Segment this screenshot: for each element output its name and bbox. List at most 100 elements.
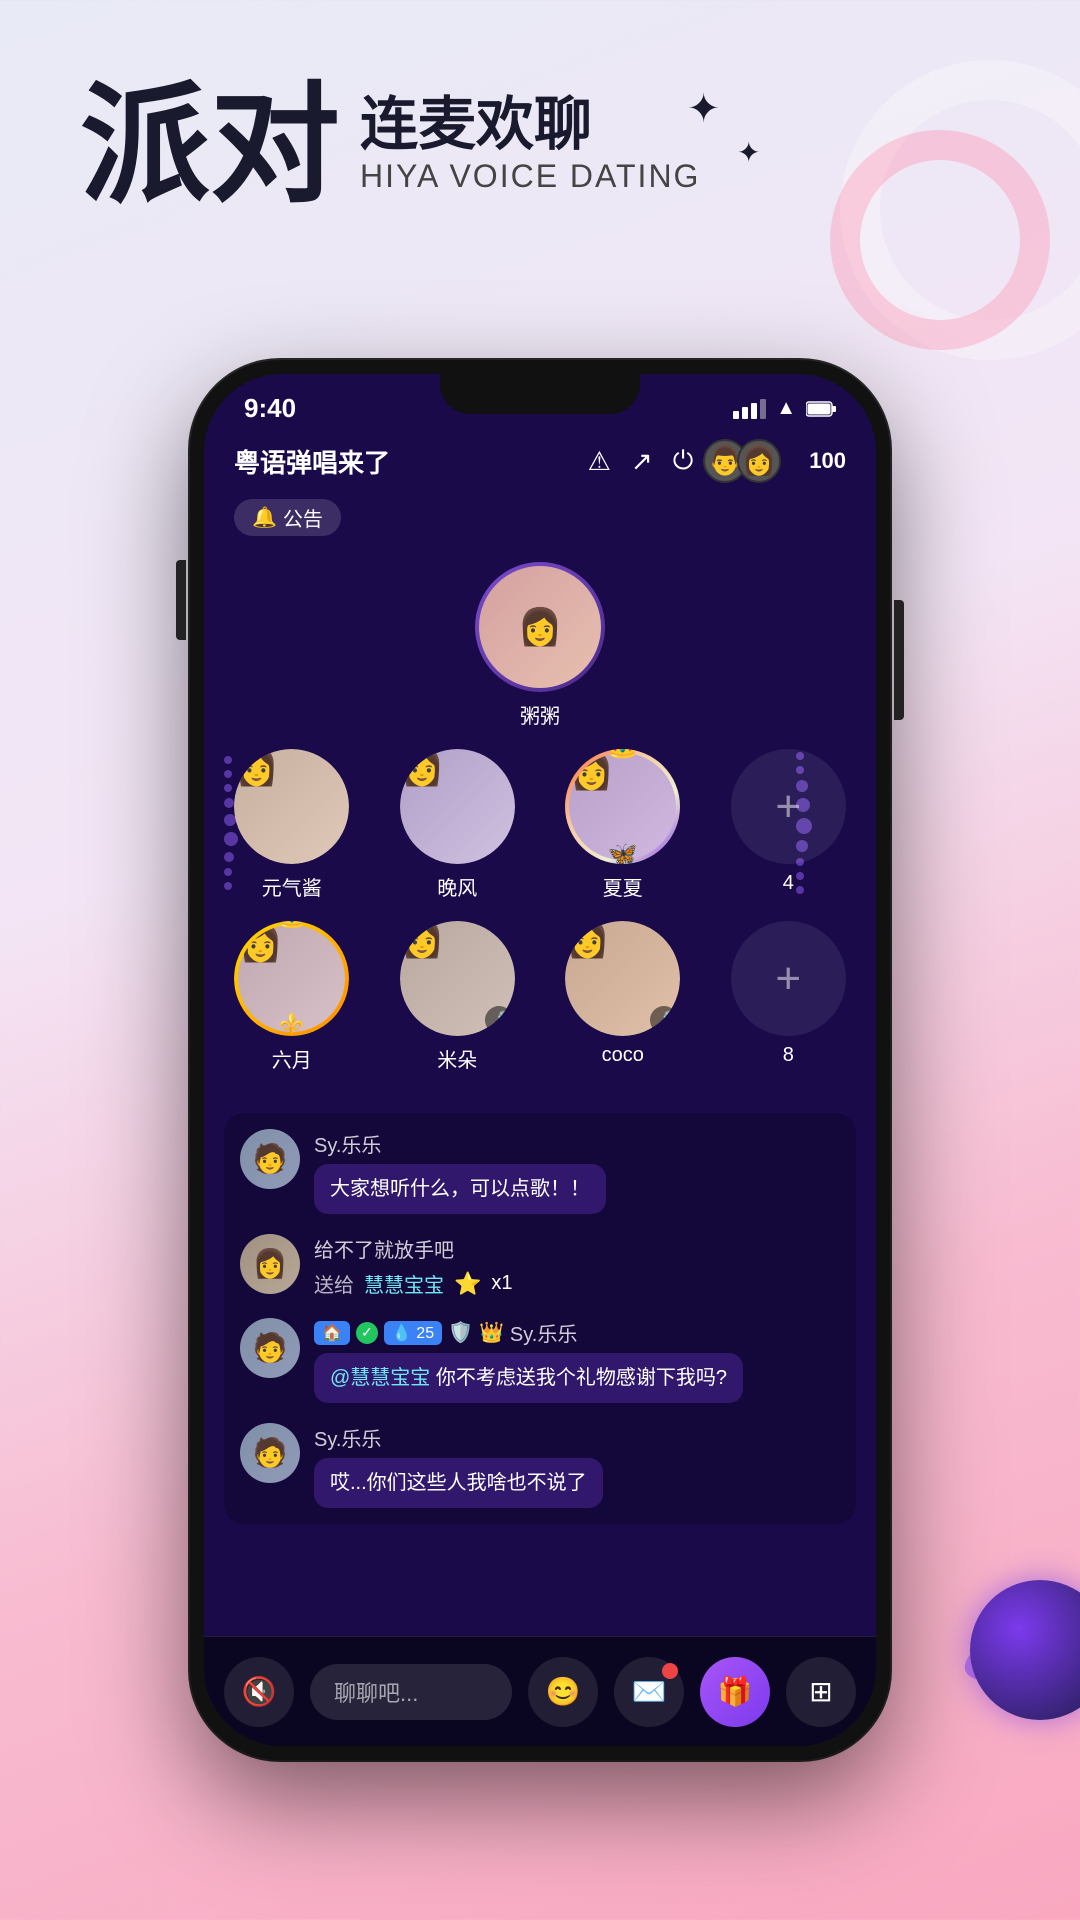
power-icon[interactable]: ⏻ (673, 445, 694, 477)
header-icons-group: ⚠ ↗ ⏻ 👨 👩 100 (588, 439, 846, 483)
alert-icon[interactable]: ⚠ (588, 446, 611, 477)
notice-badge[interactable]: 🔔 公告 (234, 499, 341, 536)
chat-username-4: Sy.乐乐 (314, 1423, 840, 1452)
add-slot-number-row2: 8 (783, 1044, 794, 1067)
chat-bubble-3: @慧慧宝宝 你不考虑送我个礼物感谢下我吗? (314, 1353, 743, 1403)
bottom-icons: 😊 ✉️ 🎁 ⊞ (528, 1657, 856, 1727)
mute-icon: 🔇 (242, 1675, 277, 1708)
chat-avatar-3: 🧑 (240, 1318, 300, 1378)
signal-icon (733, 399, 766, 419)
sparkle-icon-2: ✦ (737, 136, 760, 169)
mic-name-6: coco (602, 1044, 644, 1067)
mic-badge-5: 🎤 (485, 1006, 513, 1034)
mic-name-2: 晚风 (437, 872, 477, 901)
envelope-button[interactable]: ✉️ (614, 1657, 684, 1727)
gift-icon: 🎁 (718, 1675, 753, 1708)
chat-avatar-1: 🧑 (240, 1129, 300, 1189)
notice-label: 公告 (283, 503, 323, 532)
sparkle-icon-1: ✦ (687, 86, 721, 132)
grid-icon: ⊞ (809, 1675, 832, 1708)
phone-outer: 9:40 ▲ (190, 360, 890, 1760)
plus-icon-row2: + (775, 954, 801, 1004)
add-button-row1[interactable]: + (731, 749, 846, 864)
status-icons: ▲ (733, 397, 836, 420)
mic-slot-miduo[interactable]: 👩 🎤 米朵 (390, 921, 526, 1073)
gift-button[interactable]: 🎁 (700, 1657, 770, 1727)
planet-sphere (970, 1580, 1080, 1720)
grid-button[interactable]: ⊞ (786, 1657, 856, 1727)
audience-avatar-2: 👩 (737, 439, 781, 483)
plus-icon-row1: + (775, 782, 801, 832)
chat-input[interactable]: 聊聊吧... (310, 1664, 512, 1720)
level-badge: 💧 25 (384, 1321, 442, 1345)
host-avatar-wrap: 👩 (475, 562, 605, 692)
host-avatar: 👩 (479, 566, 601, 688)
mute-button[interactable]: 🔇 (224, 1657, 294, 1727)
envelope-notification-dot (662, 1663, 678, 1679)
status-time: 9:40 (244, 393, 296, 424)
shield-badge: 🛡️ (448, 1320, 473, 1345)
crown-icon: 👑 (605, 749, 640, 760)
bell-icon: 🔔 (252, 505, 277, 530)
gift-row: 送给 慧慧宝宝 ⭐ x1 (314, 1269, 840, 1298)
chat-content-2: 给不了就放手吧 送给 慧慧宝宝 ⭐ x1 (314, 1234, 840, 1298)
audience-count: 100 (809, 448, 846, 474)
mic-name-3: 夏夏 (603, 872, 643, 901)
emoji-icon: 😊 (546, 1675, 581, 1708)
wings-icon: 🦋 (608, 840, 638, 864)
phone-screen: 9:40 ▲ (204, 374, 876, 1746)
mic-avatar-1: 👩 (234, 749, 349, 864)
mic-row-2: 👑 👩 ⚜️ 六月 👩 (224, 921, 856, 1073)
gift-recipient: 慧慧宝宝 (364, 1269, 444, 1298)
check-badge: ✓ (356, 1322, 378, 1344)
mention-name: @慧慧宝宝 (330, 1367, 430, 1389)
mic-badge-6: 🎤 (650, 1006, 678, 1034)
share-icon[interactable]: ↗ (631, 446, 653, 477)
mic-slot-xiaxia[interactable]: 👑 👩 🦋 💎 夏夏 (555, 749, 691, 901)
chat-username-2: 给不了就放手吧 (314, 1234, 840, 1263)
notice-bar: 🔔 公告 (204, 493, 876, 542)
room-title: 粤语弹唱来了 (234, 443, 390, 480)
host-slot[interactable]: 👩 粥粥 (224, 552, 856, 729)
crown-badge: 👑 (479, 1320, 504, 1345)
wifi-icon: ▲ (776, 397, 796, 420)
chat-username-3-label: Sy.乐乐 (510, 1318, 577, 1347)
diamond-icon: 💎 (567, 751, 589, 772)
emperor-badge: ⚜️ (279, 1011, 304, 1036)
bottom-bar: 🔇 聊聊吧... 😊 ✉️ 🎁 (204, 1636, 876, 1746)
planet-decoration (960, 1560, 1080, 1740)
mic-row-1: 👩 元气酱 👩 晚风 (224, 749, 856, 901)
chat-message-3: 🧑 🏠 ✓ 💧 25 🛡️ 👑 Sy.乐乐 @慧慧宝宝 你不考虑送我个礼 (240, 1318, 840, 1403)
chat-badges-3: 🏠 ✓ 💧 25 🛡️ 👑 Sy.乐乐 (314, 1318, 840, 1347)
add-slot-number-row1: 4 (783, 872, 794, 895)
mic-slot-wanfeng[interactable]: 👩 晚风 (390, 749, 526, 901)
mic-slot-coco[interactable]: 👩 🎤 coco (555, 921, 691, 1073)
chat-input-placeholder: 聊聊吧... (334, 1676, 418, 1708)
mic-name-5: 米朵 (437, 1044, 477, 1073)
chat-area: 🧑 Sy.乐乐 大家想听什么，可以点歌！！ 👩 给不了就放手吧 (224, 1113, 856, 1524)
chat-message-4: 🧑 Sy.乐乐 哎...你们这些人我啥也不说了 (240, 1423, 840, 1508)
chat-content-4: Sy.乐乐 哎...你们这些人我啥也不说了 (314, 1423, 840, 1508)
header-section: 派对 连麦欢聊 HIYA VOICE DATING ✦ ✦ (80, 80, 700, 210)
gift-count: x1 (491, 1272, 512, 1295)
chat-avatar-4: 🧑 (240, 1423, 300, 1483)
mic-avatar-2: 👩 (400, 749, 515, 864)
mic-avatar-wrap-4: 👑 👩 ⚜️ (234, 921, 349, 1036)
add-button-row2[interactable]: + (731, 921, 846, 1036)
chat-content-3: 🏠 ✓ 💧 25 🛡️ 👑 Sy.乐乐 @慧慧宝宝 你不考虑送我个礼物感谢下我吗… (314, 1318, 840, 1403)
mic-avatar-wrap-3: 👑 👩 🦋 💎 (565, 749, 680, 864)
mic-avatar-wrap-2: 👩 (400, 749, 515, 864)
chat-message-1: 🧑 Sy.乐乐 大家想听什么，可以点歌！！ (240, 1129, 840, 1214)
heading-subtitle-cn: 连麦欢聊 (360, 96, 700, 154)
stage-area: 👩 粥粥 👩 元气酱 (204, 542, 876, 1103)
chat-message-2: 👩 给不了就放手吧 送给 慧慧宝宝 ⭐ x1 (240, 1234, 840, 1298)
envelope-icon: ✉️ (632, 1675, 667, 1708)
battery-icon (806, 401, 836, 417)
chat-bubble-1: 大家想听什么，可以点歌！！ (314, 1164, 606, 1214)
heading-subtitle-en: HIYA VOICE DATING (360, 158, 700, 195)
gift-star-icon: ⭐ (454, 1271, 481, 1297)
audience-avatars: 👨 👩 (713, 439, 781, 483)
emoji-button[interactable]: 😊 (528, 1657, 598, 1727)
host-name: 粥粥 (520, 700, 560, 729)
mic-avatar-wrap-1: 👩 (234, 749, 349, 864)
